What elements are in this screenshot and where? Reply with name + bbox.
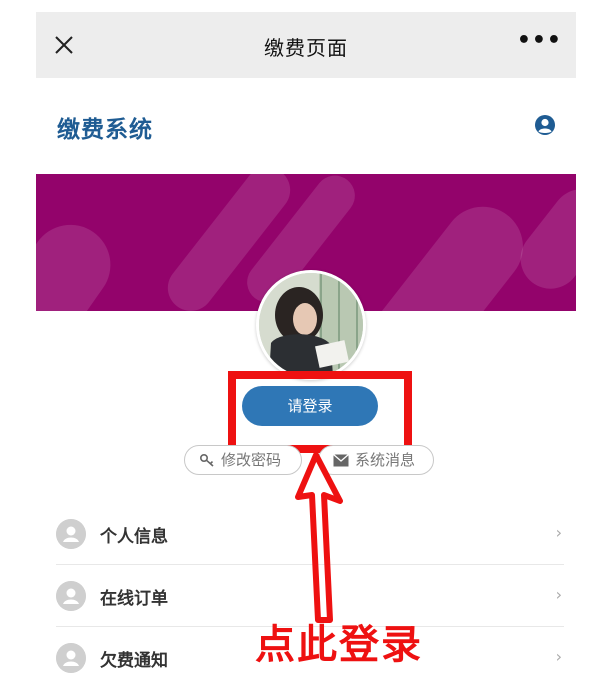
change-password-label: 修改密码 — [221, 451, 282, 469]
change-password-button[interactable]: 修改密码 — [184, 445, 302, 475]
chevron-right-icon: › — [555, 585, 562, 604]
chevron-right-icon: › — [555, 523, 562, 542]
user-circle-icon[interactable] — [534, 114, 556, 136]
user-icon — [56, 519, 86, 549]
app-header: 缴费系统 — [36, 78, 576, 174]
list-item-label: 在线订单 — [100, 589, 168, 609]
app-title: 缴费系统 — [57, 117, 153, 143]
login-button[interactable]: 请登录 — [242, 386, 378, 426]
screen: 缴费页面 ••• 缴费系统 请登录 修改密码 系统消息 个人信息 › 在线订单 … — [0, 0, 616, 673]
list-item-label: 欠费通知 — [100, 651, 168, 671]
more-options-icon[interactable]: ••• — [517, 28, 562, 53]
user-icon — [56, 581, 86, 611]
avatar-photo — [259, 273, 363, 377]
chevron-right-icon: › — [555, 647, 562, 666]
annotation-text: 点此登录 — [255, 622, 423, 668]
annotation-arrow-icon — [295, 452, 343, 623]
top-nav-bar: 缴费页面 ••• — [36, 12, 576, 78]
system-messages-label: 系统消息 — [355, 451, 416, 469]
avatar[interactable] — [256, 270, 366, 380]
page-title: 缴费页面 — [264, 36, 348, 60]
list-item-label: 个人信息 — [100, 527, 168, 547]
key-icon — [199, 453, 214, 467]
user-icon — [56, 643, 86, 673]
